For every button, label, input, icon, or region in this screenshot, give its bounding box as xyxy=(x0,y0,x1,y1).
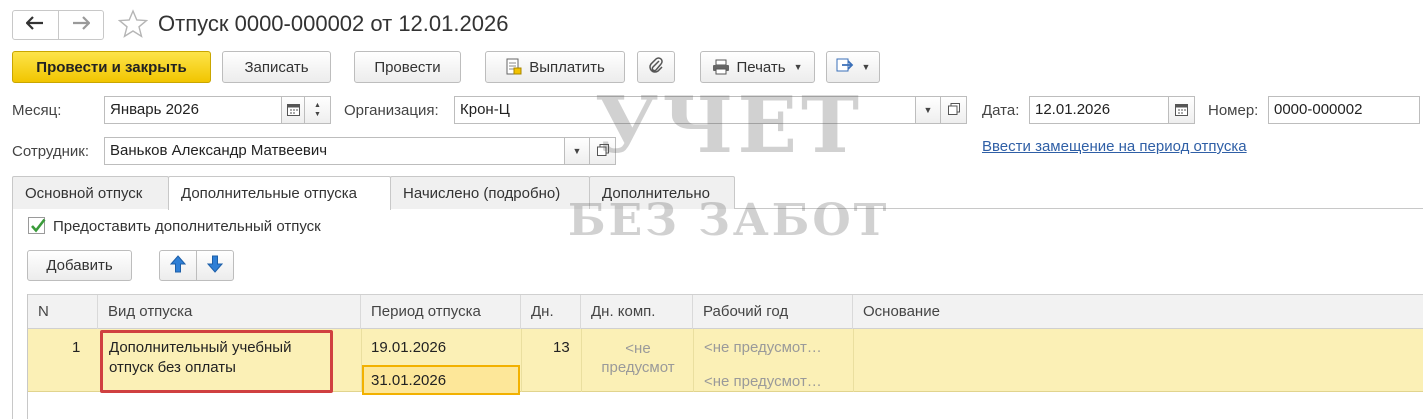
export-icon xyxy=(836,57,854,77)
month-label: Месяц: xyxy=(12,102,62,119)
additional-vacations-table: N Вид отпуска Период отпуска Дн. Дн. ком… xyxy=(27,294,1423,419)
date-field[interactable]: 12.01.2026 xyxy=(1029,96,1170,124)
attach-button[interactable] xyxy=(637,51,675,83)
period-end-cell[interactable]: 31.01.2026 xyxy=(371,372,446,389)
work-year-start-cell[interactable]: <не предусмот… xyxy=(704,339,822,356)
employee-label: Сотрудник: xyxy=(12,143,90,160)
date-calendar-button[interactable] xyxy=(1168,96,1195,124)
date-label: Дата: xyxy=(982,102,1020,119)
printer-icon xyxy=(712,59,730,75)
move-down-button[interactable] xyxy=(196,250,234,281)
number-label: Номер: xyxy=(1208,102,1259,119)
column-header-type[interactable]: Вид отпуска xyxy=(98,295,361,330)
open-form-icon xyxy=(947,103,960,117)
grant-additional-checkbox[interactable] xyxy=(28,217,46,234)
pay-button[interactable]: Выплатить xyxy=(485,51,625,83)
tab-additional[interactable]: Дополнительно xyxy=(589,176,735,209)
row-number: 1 xyxy=(72,339,81,356)
tab-panel-border xyxy=(12,208,13,419)
work-year-end-cell[interactable]: <не предусмот… xyxy=(704,373,822,390)
comp-days-line2: предусмот xyxy=(601,359,675,376)
document-icon xyxy=(505,58,523,76)
arrow-right-icon xyxy=(72,16,91,34)
paperclip-icon xyxy=(648,56,664,78)
post-and-close-button[interactable]: Провести и закрыть xyxy=(12,51,211,83)
calendar-icon xyxy=(1175,103,1188,118)
organization-open-button[interactable] xyxy=(940,96,967,124)
more-actions-button[interactable]: ▼ xyxy=(826,51,880,83)
vacation-type-cell[interactable]: Дополнительный учебный отпуск без оплаты xyxy=(109,338,291,378)
column-header-comp-days[interactable]: Дн. комп. xyxy=(581,295,693,330)
organization-field[interactable]: Крон-Ц xyxy=(454,96,940,124)
employee-open-button[interactable] xyxy=(589,137,616,165)
period-start-cell[interactable]: 19.01.2026 xyxy=(371,339,446,356)
arrow-up-icon xyxy=(169,254,187,277)
tab-additional-vacations[interactable]: Дополнительные отпуска xyxy=(168,176,391,210)
column-header-days[interactable]: Дн. xyxy=(521,295,581,330)
forward-button[interactable] xyxy=(57,11,104,39)
calendar-icon xyxy=(286,103,300,118)
column-header-work-year[interactable]: Рабочий год xyxy=(693,295,853,330)
number-field[interactable]: 0000-000002 xyxy=(1268,96,1420,124)
page-title: Отпуск 0000-000002 от 12.01.2026 xyxy=(158,11,509,36)
post-button[interactable]: Провести xyxy=(354,51,461,83)
grant-additional-label: Предоставить дополнительный отпуск xyxy=(53,218,321,235)
column-header-n[interactable]: N xyxy=(28,295,98,330)
star-icon[interactable] xyxy=(117,9,149,39)
column-divider xyxy=(581,329,582,392)
save-button[interactable]: Записать xyxy=(222,51,331,83)
column-divider xyxy=(853,329,854,392)
chevron-down-icon: ▼ xyxy=(923,105,933,115)
checkmark-icon xyxy=(31,218,46,233)
chevron-down-icon: ▼ xyxy=(572,146,582,156)
organization-dropdown-button[interactable]: ▼ xyxy=(915,96,941,124)
vacation-type-line2: отпуск без оплаты xyxy=(109,359,236,376)
chevron-down-icon: ▼ xyxy=(793,62,803,72)
table-header: N Вид отпуска Период отпуска Дн. Дн. ком… xyxy=(28,294,1423,330)
chevron-up-icon: ▲ xyxy=(314,102,321,109)
open-form-icon xyxy=(596,144,609,158)
organization-label: Организация: xyxy=(344,102,439,119)
pay-button-label: Выплатить xyxy=(529,58,605,76)
print-button[interactable]: Печать ▼ xyxy=(700,51,815,83)
tab-accrued-detailed[interactable]: Начислено (подробно) xyxy=(390,176,590,209)
column-header-basis[interactable]: Основание xyxy=(853,295,1423,330)
column-divider xyxy=(521,329,522,392)
month-spinner[interactable]: ▲ ▼ xyxy=(304,96,331,124)
employee-dropdown-button[interactable]: ▼ xyxy=(564,137,590,165)
column-header-period[interactable]: Период отпуска xyxy=(361,295,521,330)
nav-group xyxy=(12,10,104,40)
vacation-type-line1: Дополнительный учебный xyxy=(109,339,292,356)
replacement-link[interactable]: Ввести замещение на период отпуска xyxy=(982,138,1247,155)
tab-main-vacation[interactable]: Основной отпуск xyxy=(12,176,169,209)
chevron-down-icon: ▼ xyxy=(861,62,871,72)
add-button[interactable]: Добавить xyxy=(27,250,132,281)
watermark-line1: УЧЕТ xyxy=(595,80,864,171)
arrow-left-icon xyxy=(25,16,44,34)
month-field[interactable]: Январь 2026 xyxy=(104,96,282,124)
comp-days-cell[interactable]: <не предусмот xyxy=(588,339,688,377)
chevron-down-icon: ▼ xyxy=(314,111,321,118)
column-divider xyxy=(693,329,694,392)
move-up-button[interactable] xyxy=(159,250,197,281)
back-button[interactable] xyxy=(13,11,58,39)
days-cell[interactable]: 13 xyxy=(553,339,570,356)
employee-field[interactable]: Ваньков Александр Матвеевич xyxy=(104,137,566,165)
calendar-button[interactable] xyxy=(281,96,305,124)
comp-days-line1: <не xyxy=(625,340,651,357)
arrow-down-icon xyxy=(206,255,224,277)
print-button-label: Печать xyxy=(736,58,786,76)
